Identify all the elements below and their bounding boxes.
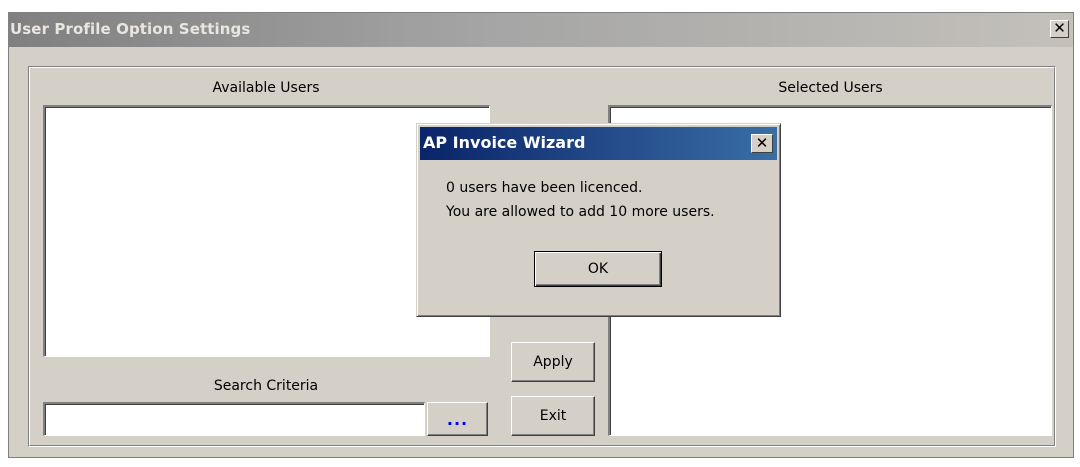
- dialog-message-line-1: 0 users have been licenced.: [446, 180, 643, 196]
- apply-button[interactable]: Apply: [511, 342, 595, 382]
- search-criteria-input[interactable]: [43, 402, 425, 436]
- close-icon: ✕: [755, 134, 769, 152]
- window-titlebar[interactable]: User Profile Option Settings ✕: [9, 13, 1073, 47]
- ok-button[interactable]: OK: [534, 251, 662, 287]
- exit-button[interactable]: Exit: [511, 396, 595, 436]
- close-icon: ✕: [1053, 19, 1066, 37]
- search-criteria-label: Search Criteria: [213, 378, 319, 394]
- dialog-title: AP Invoice Wizard: [423, 133, 586, 152]
- dialog-close-button[interactable]: ✕: [751, 134, 773, 153]
- window-title: User Profile Option Settings: [10, 20, 251, 38]
- ellipsis-icon: ...: [446, 409, 469, 429]
- dialog-titlebar[interactable]: AP Invoice Wizard ✕: [420, 127, 777, 160]
- window-close-button[interactable]: ✕: [1050, 20, 1069, 38]
- available-users-label: Available Users: [212, 80, 320, 96]
- ap-invoice-wizard-dialog: AP Invoice Wizard ✕ 0 users have been li…: [416, 123, 781, 317]
- dialog-message-line-2: You are allowed to add 10 more users.: [446, 204, 715, 220]
- selected-users-label: Selected Users: [778, 80, 883, 96]
- browse-button[interactable]: ...: [427, 402, 488, 436]
